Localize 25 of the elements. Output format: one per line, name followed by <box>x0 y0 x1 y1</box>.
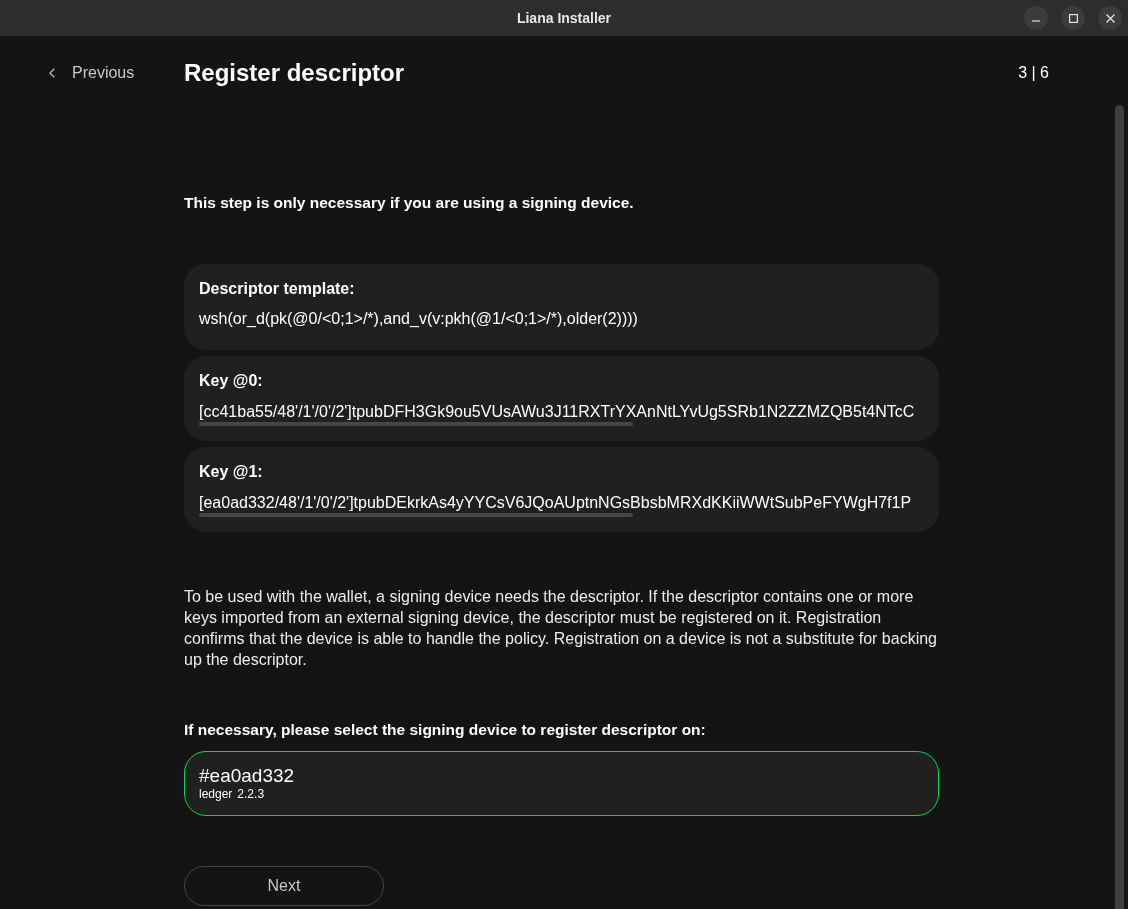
horizontal-scrollbar[interactable] <box>199 422 633 426</box>
minimize-button[interactable] <box>1024 6 1048 30</box>
signing-device-option[interactable]: #ea0ad332 ledger 2.2.3 <box>184 751 939 816</box>
key-value: [cc41ba55/48'/1'/0'/2']tpubDFH3Gk9ou5VUsAWu3J11RXTrYXAnNtLYvUg5SRb1N2ZZMZQB5t4NTcC <box>199 402 915 422</box>
previous-button[interactable]: Previous <box>44 61 135 85</box>
device-fingerprint: #ea0ad332 <box>199 765 295 787</box>
intro-text: This step is only necessary if you are using a signing device. <box>184 193 635 213</box>
device-version: 2.2.3 <box>237 787 265 802</box>
horizontal-scrollbar[interactable] <box>199 513 633 517</box>
close-icon <box>1105 13 1115 23</box>
page-title: Register descriptor <box>184 58 405 88</box>
card-label: Key @0: <box>199 371 263 391</box>
maximize-icon <box>1068 13 1078 23</box>
description-text: To be used with the wallet, a signing device needs the descriptor. If the descriptor contains one or more keys imported from an external signing device, the descriptor must be registered on it. Registration confirms that the device is able to handle the policy. Registration on a device is not a substitute for backing up the descriptor. <box>184 587 938 670</box>
window-title: Liana Installer <box>516 8 612 28</box>
device-prompt: If necessary, please select the signing device to register descriptor on: <box>184 720 707 740</box>
vertical-scrollbar[interactable] <box>1115 105 1124 909</box>
card-label: Key @1: <box>199 462 263 482</box>
close-button[interactable] <box>1098 6 1122 30</box>
template-value: wsh(or_d(pk(@0/<0;1>/*),and_v(v:pkh(@1/<0;1>/*),older(2)))) <box>199 309 638 329</box>
maximize-button[interactable] <box>1061 6 1085 30</box>
device-kind: ledger <box>199 787 233 802</box>
step-counter: 3 | 6 <box>1018 63 1049 83</box>
key-value: [ea0ad332/48'/1'/0'/2']tpubDEkrkAs4yYYCsV6JQoAUptnNGsBbsbMRXdKKiiWWtSubPeFYWgH7f1P <box>199 493 912 513</box>
card-label: Descriptor template: <box>199 279 355 299</box>
